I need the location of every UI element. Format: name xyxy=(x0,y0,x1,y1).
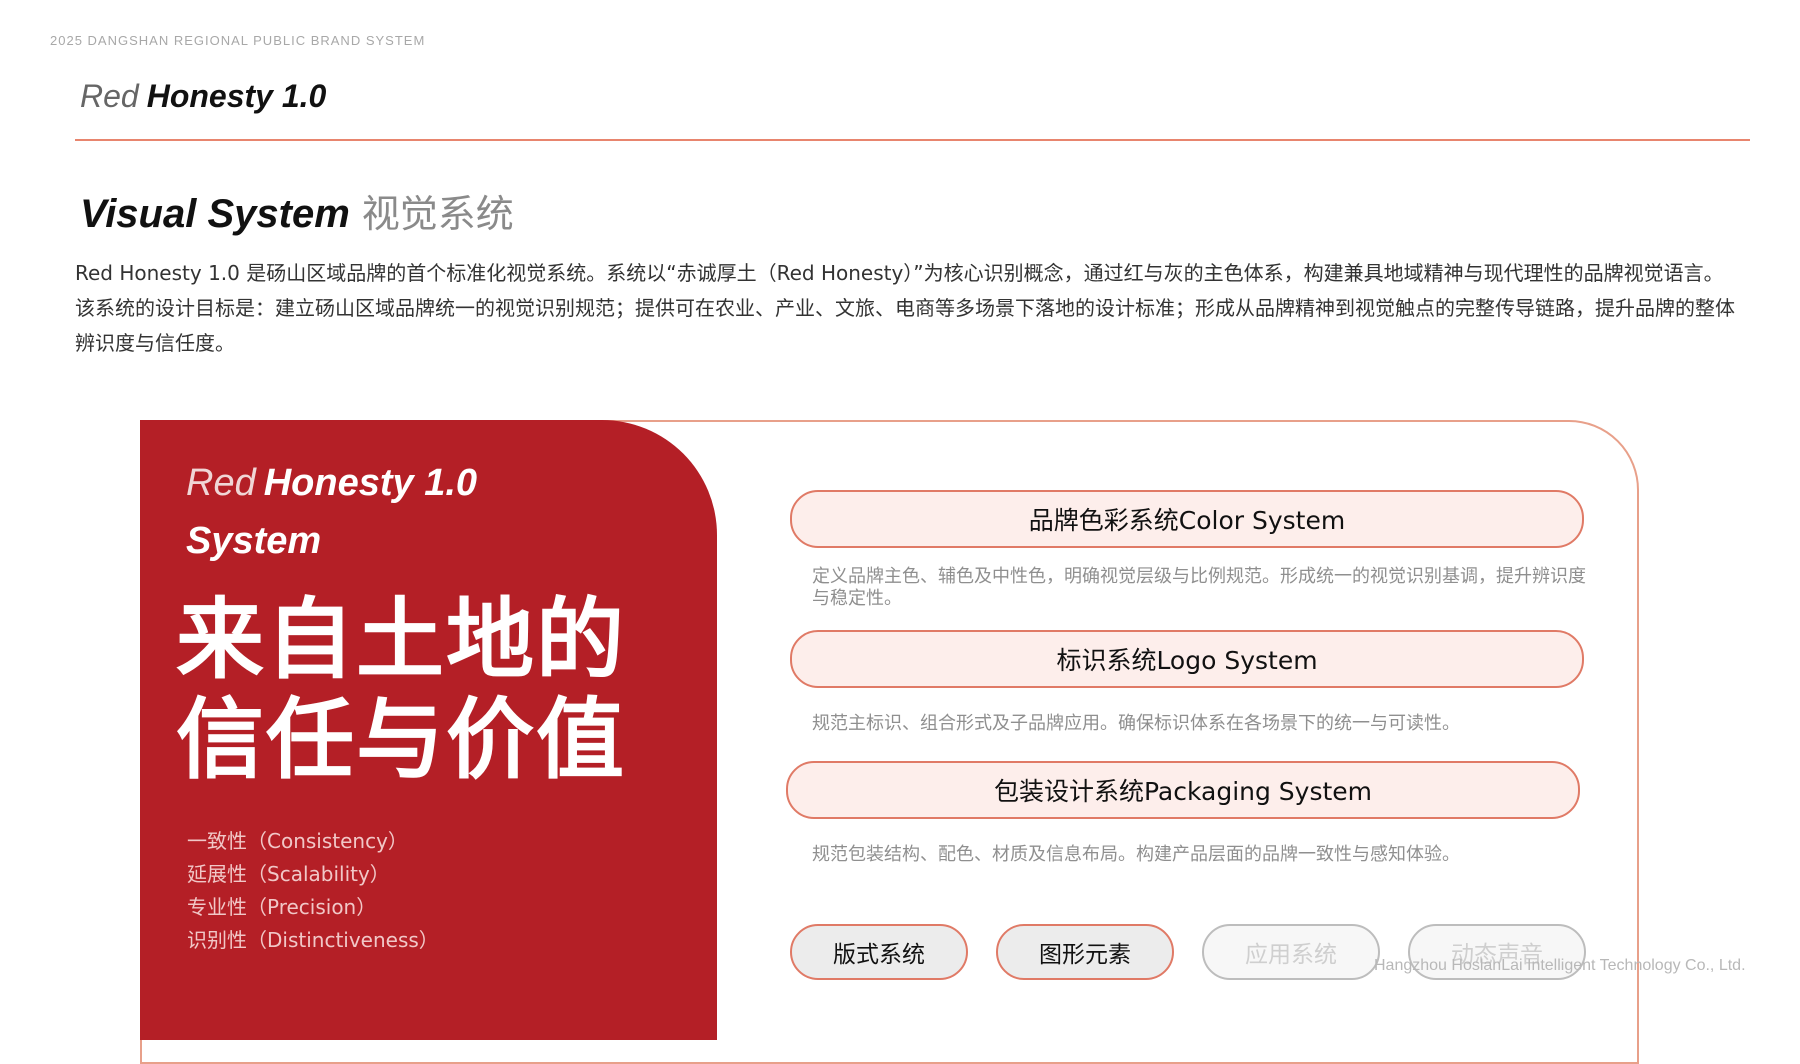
tag-graphic-elements[interactable]: 图形元素 xyxy=(996,924,1174,980)
panel-title-thin: Red xyxy=(186,462,256,504)
section-intro: Red Honesty 1.0 是砀山区域品牌的首个标准化视觉系统。系统以“赤诚… xyxy=(75,261,1735,355)
section-title: Visual System 视觉系统 xyxy=(80,183,514,238)
principle-item: 延展性（Scalability） xyxy=(187,862,390,886)
brand-title-thin: Red xyxy=(80,78,139,114)
packaging-system-desc: 规范包装结构、配色、材质及信息布局。构建产品层面的品牌一致性与感知体验。 xyxy=(812,844,1460,865)
panel-subtitle: System xyxy=(186,520,322,562)
panel-slogan: 来自土地的 信任与价值 xyxy=(176,590,626,790)
principle-item: 一致性（Consistency） xyxy=(187,829,408,853)
panel-title-bold: Honesty 1.0 xyxy=(263,462,478,504)
header-divider xyxy=(75,139,1750,141)
slogan-line-1: 来自土地的 xyxy=(176,588,627,691)
footer-company: Hangzhou HoslanLai Intelligent Technolog… xyxy=(1374,957,1746,974)
section-title-en: Visual System xyxy=(80,192,350,236)
section-title-cn: 视觉系统 xyxy=(361,192,514,236)
tag-application-system[interactable]: 应用系统 xyxy=(1202,924,1380,980)
principles-list: 一致性（Consistency） 延展性（Scalability） 专业性（Pr… xyxy=(187,825,439,957)
packaging-system-pill[interactable]: 包装设计系统Packaging System xyxy=(786,761,1580,819)
brand-title-bold: Honesty 1.0 xyxy=(146,78,327,114)
principle-item: 专业性（Precision） xyxy=(187,895,377,919)
tag-layout-system[interactable]: 版式系统 xyxy=(790,924,968,980)
slogan-line-2: 信任与价值 xyxy=(176,688,627,791)
principle-item: 识别性（Distinctiveness） xyxy=(187,928,439,952)
panel-title: Red Honesty 1.0 xyxy=(186,462,477,505)
logo-system-desc: 规范主标识、组合形式及子品牌应用。确保标识体系在各场景下的统一与可读性。 xyxy=(812,713,1460,734)
brand-title: Red Honesty 1.0 xyxy=(80,78,326,115)
logo-system-pill[interactable]: 标识系统Logo System xyxy=(790,630,1584,688)
color-system-desc: 定义品牌主色、辅色及中性色，明确视觉层级与比例规范。形成统一的视觉识别基调，提升… xyxy=(812,566,1586,609)
top-caption: 2025 DANGSHAN REGIONAL PUBLIC BRAND SYST… xyxy=(50,33,426,48)
color-system-pill[interactable]: 品牌色彩系统Color System xyxy=(790,490,1584,548)
